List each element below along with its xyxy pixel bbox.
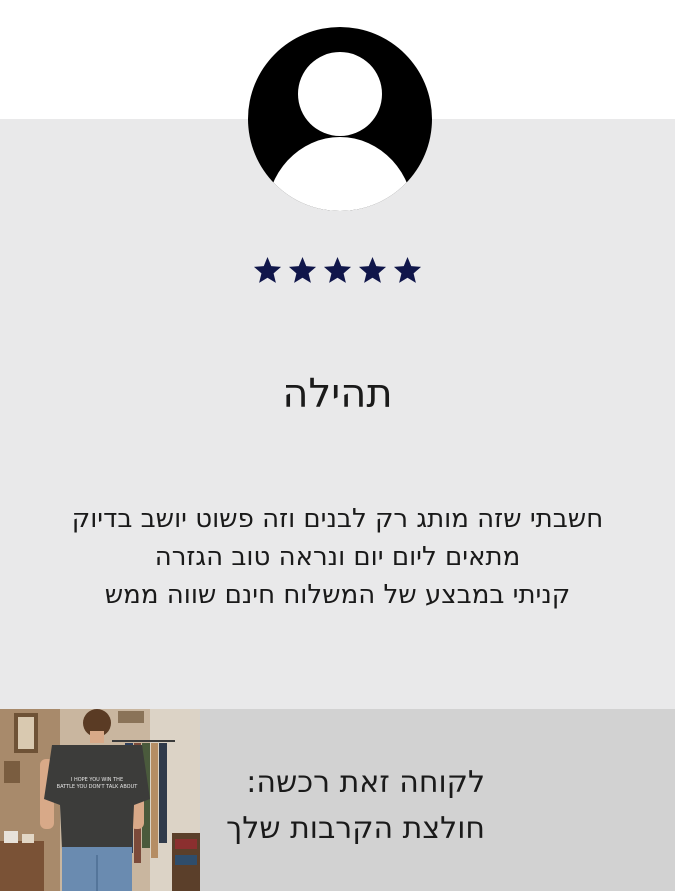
star-icon <box>322 255 353 286</box>
star-rating <box>0 255 675 286</box>
star-icon <box>357 255 388 286</box>
product-name[interactable]: חולצת הקרבות שלך <box>225 806 485 852</box>
purchase-info: לקוחה זאת רכשה: חולצת הקרבות שלך <box>225 760 485 852</box>
star-icon <box>252 255 283 286</box>
review-text: חשבתי שזה מותג רק לבנים וזה פשוט יושב בד… <box>20 500 655 614</box>
review-text-line: קניתי במבצע של המשלוח חינם שווה ממש <box>104 580 571 610</box>
product-photo[interactable]: I HOPE YOU WIN THE BATTLE YOU DON'T TALK… <box>0 709 200 891</box>
review-text-line: מתאים ליום יום ונראה טוב הגזרה <box>154 542 521 572</box>
star-icon <box>287 255 318 286</box>
user-avatar-icon <box>248 27 432 211</box>
shirt-print-text: BATTLE YOU DON'T TALK ABOUT <box>57 784 139 790</box>
shirt-print-text: I HOPE YOU WIN THE <box>71 777 123 783</box>
review-text-line: חשבתי שזה מותג רק לבנים וזה פשוט יושב בד… <box>71 504 604 534</box>
purchase-label: לקוחה זאת רכשה: <box>246 765 485 800</box>
reviewer-name: תהילה <box>282 371 393 417</box>
star-icon <box>392 255 423 286</box>
